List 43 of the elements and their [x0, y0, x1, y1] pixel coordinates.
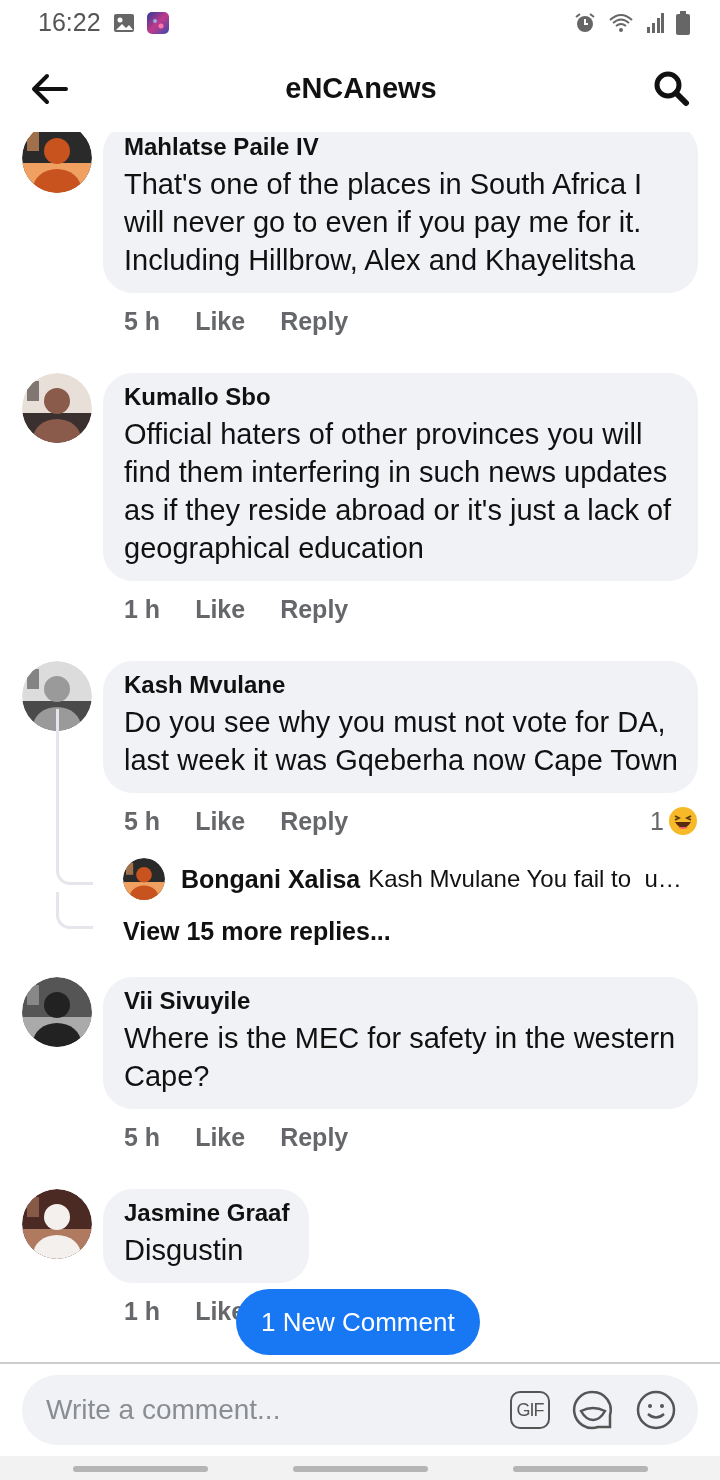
comment-time: 1 h [124, 594, 161, 624]
comment-author[interactable]: Kumallo Sbo [124, 383, 678, 411]
comment-text: That's one of the places in South Africa I will never go to even if you pay me for it. Including Hillbrow, Alex and Khayelitsha [124, 167, 644, 278]
view-more-replies-link[interactable]: View 15 more replies... [123, 916, 391, 946]
alarm-icon [574, 11, 596, 34]
wifi-icon [608, 11, 634, 34]
comment-action[interactable]: Reply [280, 806, 349, 836]
status-time: 16:22 [38, 8, 101, 37]
comment-time: 5 h [124, 806, 161, 836]
comment-author[interactable]: Vii Sivuyile [124, 987, 678, 1015]
comment-time: 5 h [124, 306, 161, 336]
back-arrow-icon[interactable] [30, 72, 68, 105]
comment-author[interactable]: Kash Mvulane [124, 671, 678, 699]
app-icon [146, 11, 169, 34]
comment-action[interactable]: Like [195, 1122, 246, 1152]
comment-author[interactable]: Jasmine Graaf [124, 1199, 290, 1227]
emoji-icon[interactable] [636, 1390, 676, 1430]
reply-text: Kash Mvulane You fail to u… [368, 865, 682, 893]
comment-action[interactable]: Like [195, 306, 246, 336]
comment-action[interactable]: Like [195, 806, 246, 836]
search-icon[interactable] [654, 70, 690, 107]
comment-text: Where is the MEC for safety in the western Cape? [124, 1021, 677, 1094]
comment-action[interactable]: Reply [280, 1122, 349, 1152]
battery-icon [676, 10, 690, 35]
gif-button[interactable]: GIF [510, 1391, 550, 1429]
comment-text: Do you see why you must not vote for DA, last week it was Gqeberha now Cape Town [124, 705, 678, 778]
comment-input-field[interactable]: Write a comment... GIF [22, 1375, 698, 1445]
comment-time: 1 h [124, 1296, 161, 1326]
comment-text: Disgustin [124, 1233, 245, 1268]
comment-time: 5 h [124, 1122, 161, 1152]
image-icon [112, 12, 135, 33]
laughing-emoji-icon[interactable] [668, 806, 698, 836]
comment-action[interactable]: Reply [280, 306, 349, 336]
reply-author[interactable]: Bongani Xalisa [181, 864, 361, 894]
comment-author[interactable]: Mahlatse Paile IV [124, 133, 678, 161]
page-title: eNCAnews [285, 72, 437, 105]
comment-text: Official haters of other provinces you will find them interfering in such news updates as if they reside abroad or it's just a lack of geographical education [124, 417, 673, 566]
thread-connector [56, 892, 93, 929]
signal-icon [646, 12, 664, 33]
comment-action[interactable]: Reply [280, 594, 349, 624]
reaction-count: 1 [650, 806, 664, 836]
comment-action[interactable]: Like [195, 594, 246, 624]
sticker-icon[interactable] [572, 1389, 614, 1431]
